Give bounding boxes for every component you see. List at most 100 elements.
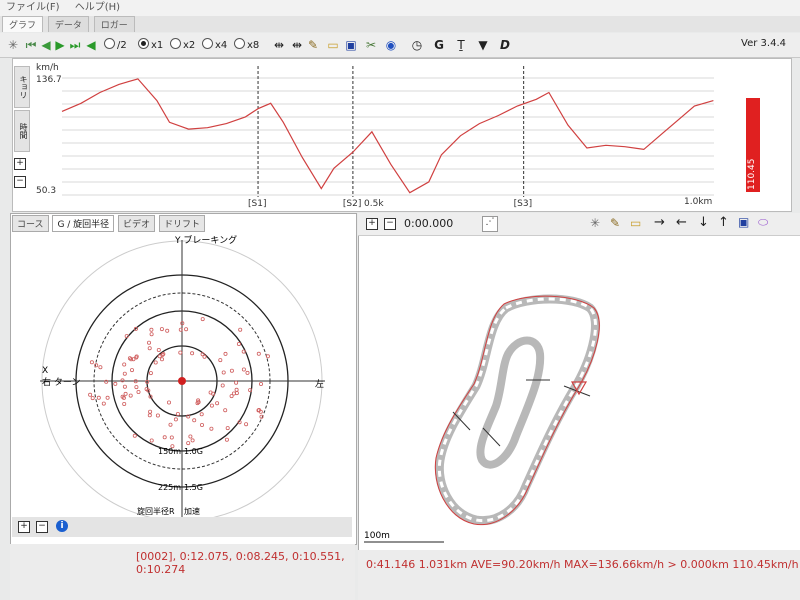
gg-point (88, 392, 93, 397)
gg-point (225, 426, 230, 431)
gg-point (134, 385, 139, 390)
gg-point (236, 342, 241, 347)
gg-point (146, 340, 151, 345)
gg-point (155, 413, 160, 418)
gg-point (168, 422, 173, 427)
lap-summary: 0:41.146 1.031km AVE=90.20km/h MAX=136.6… (366, 558, 799, 571)
gg-point (209, 426, 214, 431)
sector-label: [S3] (514, 199, 532, 209)
left-label: 左 (315, 378, 324, 390)
gg-point (245, 370, 250, 375)
gg-point (241, 367, 246, 372)
lap-times: [0002], 0:12.075, 0:08.245, 0:10.551, 0:… (136, 550, 345, 576)
gg-point (105, 395, 110, 400)
gg-point (132, 433, 137, 438)
gg-point (200, 317, 205, 322)
save-icon[interactable]: ▣ (738, 215, 749, 229)
gg-point (159, 327, 164, 332)
arrow-down-icon[interactable]: ↓ (698, 215, 709, 230)
gg-point (186, 441, 191, 446)
gg-point (120, 378, 125, 383)
gg-point (221, 370, 226, 375)
gg-point (178, 350, 183, 355)
chart-grid (62, 77, 714, 196)
gg-point (157, 354, 162, 359)
gg-point (184, 327, 189, 332)
gg-point (224, 437, 229, 442)
dotted-line-icon[interactable]: ⋰ (482, 216, 498, 232)
track-inner-loop (476, 336, 545, 469)
gg-point (199, 412, 204, 417)
y-min-label: 50.3 (36, 186, 56, 196)
gg-point (149, 327, 154, 332)
open-folder-icon[interactable]: ▭ (630, 216, 641, 230)
x-mid-label: 0.5k (364, 199, 384, 209)
info-icon[interactable]: i (56, 520, 68, 532)
stamp-icon[interactable]: ✎ (610, 216, 620, 230)
gg-point (234, 380, 239, 385)
current-g-point (178, 377, 186, 385)
gg-point (159, 357, 164, 362)
gg-point (218, 358, 223, 363)
gg-point (147, 346, 152, 351)
radius-150-label: 150m (158, 447, 181, 456)
gg-point (223, 408, 228, 413)
gg-diagram: Y ブレーキング X 右 ターン 左 150m 1.0G 225m 1.5G 旋… (40, 234, 325, 520)
gg-point (148, 409, 153, 414)
gg-point (101, 401, 106, 406)
accel-label: 加速 (184, 506, 200, 516)
gg-point (122, 371, 127, 376)
gg-point (209, 403, 214, 408)
gg-point (169, 435, 174, 440)
gg-point (130, 368, 135, 373)
sparkle-icon[interactable]: ✳ (590, 216, 600, 230)
gg-point (234, 387, 239, 392)
gg-zoom-out-button[interactable]: − (36, 521, 48, 533)
gg-point (256, 351, 261, 356)
track-outline (434, 294, 600, 526)
left-status-bar: [0002], 0:12.075, 0:08.245, 0:10.551, 0:… (10, 544, 355, 600)
speed-series-line (61, 78, 714, 194)
eraser-icon[interactable]: ⬭ (758, 215, 768, 230)
gg-point (258, 381, 263, 386)
arrow-left-icon[interactable]: ← (676, 215, 687, 230)
y-max-label: 136.7 (36, 75, 62, 85)
gg-point (122, 362, 127, 367)
map-zoom-out-button[interactable]: − (384, 218, 396, 230)
gg-point (173, 417, 178, 422)
gg-point (149, 332, 154, 337)
gg-point (192, 418, 197, 423)
arrow-right-icon[interactable]: → (654, 215, 665, 230)
current-speed-value: 110.45 (747, 158, 757, 191)
radius-225-label: 225m (158, 483, 181, 492)
gg-point (190, 438, 195, 443)
gg-zoom-in-button[interactable]: + (18, 521, 30, 533)
gg-point (128, 393, 133, 398)
gg-point (215, 401, 220, 406)
gg-bottom-bar: + − i (12, 517, 352, 537)
gg-point (136, 389, 141, 394)
gg-point (162, 435, 167, 440)
gg-point (223, 351, 228, 356)
arrow-up-icon[interactable]: ↑ (718, 215, 729, 230)
map-zoom-in-button[interactable]: + (366, 218, 378, 230)
gg-point (98, 365, 103, 370)
gg-point (188, 434, 193, 439)
map-toolbar: + − 0:00.000 ⋰ ✳ ✎ ▭ → ← ↓ ↑ ▣ ⬭ (358, 213, 800, 236)
gg-point (96, 395, 101, 400)
time-display: 0:00.000 (404, 217, 454, 230)
x-axis-label: X (42, 366, 48, 376)
gg-point (147, 413, 152, 418)
speed-chart[interactable]: km/h 136.7 50.3 0.5k 1.0km [S1] [S2] [S3] (0, 0, 800, 215)
unit-label: km/h (36, 63, 59, 73)
y-axis-label: Y ブレーキング (174, 234, 237, 246)
g-10-label: 1.0G (184, 447, 203, 456)
right-turn-label: 右 ターン (42, 376, 80, 388)
sector-markers: [S1] [S2] [S3] (248, 66, 532, 209)
radius-label: 旋回半径R (137, 506, 175, 516)
gg-point (122, 384, 127, 389)
gg-point (89, 360, 94, 365)
sector-label: [S2] (343, 199, 361, 209)
gg-point (199, 422, 204, 427)
g-15-label: 1.5G (184, 483, 203, 492)
